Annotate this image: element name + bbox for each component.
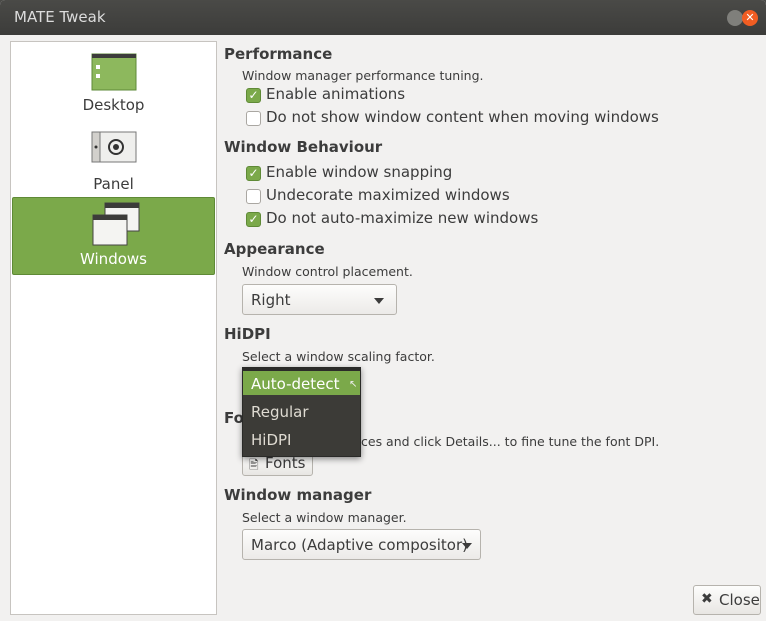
category-sidebar: Desktop Panel Windows — [10, 41, 217, 615]
sidebar-item-label: Windows — [80, 250, 147, 268]
sidebar-item-label: Panel — [93, 175, 134, 193]
combo-value: Marco (Adaptive compositor) — [251, 536, 468, 554]
option-label: Regular — [251, 403, 309, 421]
section-description: ces and click Details... to fine tune th… — [361, 434, 660, 449]
windows-icon — [91, 201, 141, 253]
checkbox-checked-icon[interactable]: ✓ — [246, 166, 261, 181]
window-manager-combo[interactable]: Marco (Adaptive compositor) — [242, 529, 481, 560]
combo-value: Right — [251, 291, 291, 309]
dropdown-arrow-icon — [462, 543, 472, 549]
section-title-window-behaviour: Window Behaviour — [224, 138, 383, 156]
window-control-placement-combo[interactable]: Right — [242, 284, 397, 315]
section-description: Window control placement. — [242, 264, 413, 279]
fonts-icon: 🖹 — [249, 458, 259, 472]
sidebar-item-label: Desktop — [82, 96, 145, 114]
checkbox-checked-icon[interactable]: ✓ — [246, 212, 261, 227]
section-title-fonts: Fo — [224, 409, 244, 427]
window-title: MATE Tweak — [14, 8, 106, 26]
section-description: Select a window manager. — [242, 510, 407, 525]
section-title-hidpi: HiDPI — [224, 325, 271, 343]
checkbox-checked-icon[interactable]: ✓ — [246, 88, 261, 103]
close-icon: ✖ — [701, 591, 713, 607]
sidebar-item-panel[interactable]: Panel — [12, 122, 215, 200]
checkbox-label: Do not auto-maximize new windows — [266, 209, 539, 227]
checkbox-label: Do not show window content when moving w… — [266, 108, 659, 126]
dropdown-arrow-icon — [374, 298, 384, 304]
sidebar-item-windows[interactable]: Windows — [12, 197, 215, 275]
panel-icon — [90, 128, 138, 172]
section-title-appearance: Appearance — [224, 240, 325, 258]
checkbox-unchecked-icon[interactable] — [246, 189, 261, 204]
section-description: Select a window scaling factor. — [242, 349, 435, 364]
close-button[interactable]: ✖ Close — [693, 585, 761, 615]
checkbox-label: Undecorate maximized windows — [266, 186, 510, 204]
button-label: Close — [719, 591, 760, 609]
checkbox-label: Enable window snapping — [266, 163, 453, 181]
option-label: Auto-detect — [251, 375, 340, 393]
dropdown-option-auto-detect[interactable]: Auto-detect ↖ — [243, 368, 360, 395]
dropdown-option-hidpi[interactable]: HiDPI — [243, 427, 360, 454]
checkbox-label: Enable animations — [266, 85, 406, 103]
section-description: Window manager performance tuning. — [242, 68, 484, 83]
settings-content: Performance Window manager performance t… — [224, 0, 764, 621]
desktop-icon — [90, 52, 138, 96]
option-label: HiDPI — [251, 431, 292, 449]
mate-tweak-window: MATE Tweak ✕ Desktop Panel Windows Perfo… — [0, 0, 766, 621]
sidebar-item-desktop[interactable]: Desktop — [12, 42, 215, 120]
section-title-performance: Performance — [224, 45, 333, 63]
mouse-cursor-icon: ↖ — [349, 379, 358, 390]
dropdown-option-regular[interactable]: Regular — [243, 399, 360, 426]
hidpi-dropdown-menu: Auto-detect ↖ Regular HiDPI — [242, 367, 361, 457]
checkbox-unchecked-icon[interactable] — [246, 111, 261, 126]
section-title-window-manager: Window manager — [224, 486, 372, 504]
